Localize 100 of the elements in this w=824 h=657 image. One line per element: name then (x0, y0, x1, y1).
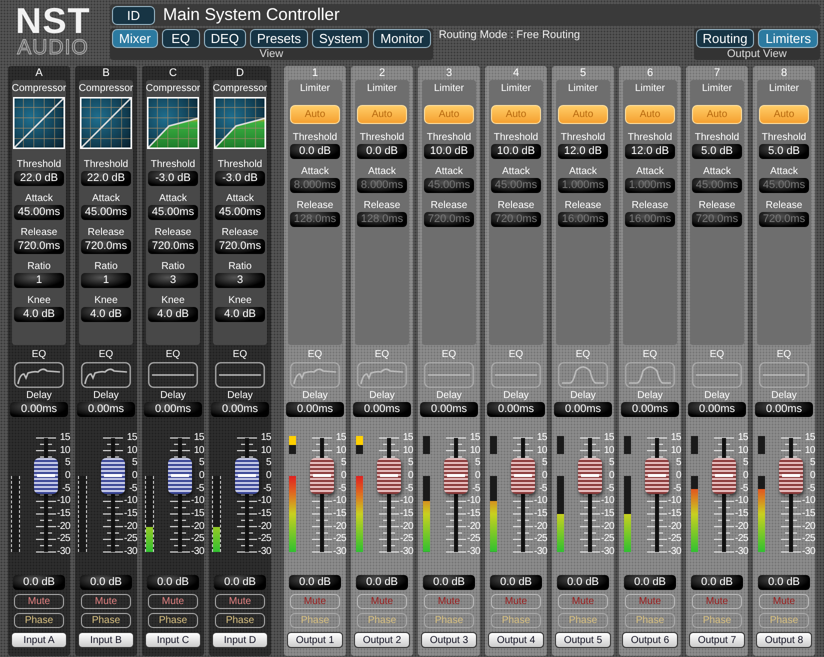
fader-knob[interactable] (34, 458, 58, 494)
channel-name-button[interactable]: Input D (212, 632, 268, 648)
mute-button[interactable]: Mute (14, 594, 64, 609)
parameter-value-field[interactable]: 5.0 dB (759, 144, 809, 159)
id-button[interactable]: ID (112, 6, 155, 24)
phase-button[interactable]: Phase (14, 613, 64, 628)
gain-value-field[interactable]: 0.0 dB (624, 575, 676, 590)
channel-name-button[interactable]: Input A (11, 632, 67, 648)
parameter-value-field[interactable]: 3 (148, 273, 198, 288)
phase-button[interactable]: Phase (81, 613, 131, 628)
delay-value-field[interactable]: 0.00ms (144, 402, 202, 417)
eq-curve-icon[interactable] (215, 362, 265, 388)
delay-value-field[interactable]: 0.00ms (286, 402, 344, 417)
gain-value-field[interactable]: 0.0 dB (758, 575, 810, 590)
section-title: Limiter (702, 83, 732, 95)
gain-value-field[interactable]: 0.0 dB (490, 575, 542, 590)
gain-value-field[interactable]: 0.0 dB (423, 575, 475, 590)
fader-knob[interactable] (645, 458, 669, 494)
parameter-value-field[interactable]: 5.0 dB (692, 144, 742, 159)
parameter-value-field[interactable]: 22.0 dB (81, 171, 131, 186)
parameter-value-field[interactable]: 45.00ms (81, 205, 131, 220)
output-view-tab[interactable]: Limiters (758, 29, 818, 48)
fader-knob[interactable] (101, 458, 125, 494)
delay-value-field[interactable]: 0.00ms (621, 402, 679, 417)
channel-name-button[interactable]: Output 7 (689, 632, 745, 648)
parameter-value-field[interactable]: 1 (81, 273, 131, 288)
channel-name-button[interactable]: Input B (78, 632, 134, 648)
fader-knob[interactable] (779, 458, 803, 494)
parameter-value-field[interactable]: 0.0 dB (357, 144, 407, 159)
delay-value-field[interactable]: 0.00ms (10, 402, 68, 417)
channel-name-button[interactable]: Output 5 (555, 632, 611, 648)
view-tab[interactable]: Monitor (373, 29, 431, 48)
parameter-value-field[interactable]: 45.00ms (215, 205, 265, 220)
channel-name-button[interactable]: Output 3 (421, 632, 477, 648)
parameter-value-field[interactable]: 45.00ms (148, 205, 198, 220)
fader-knob[interactable] (168, 458, 192, 494)
mute-button[interactable]: Mute (215, 594, 265, 609)
delay-value-field[interactable]: 0.00ms (755, 402, 813, 417)
parameter-value-field[interactable]: 720.0ms (215, 239, 265, 254)
delay-value-field[interactable]: 0.00ms (420, 402, 478, 417)
output-view-tab[interactable]: Routing (696, 29, 754, 48)
delay-value-field[interactable]: 0.00ms (688, 402, 746, 417)
parameter-value-field[interactable]: 720.0ms (81, 239, 131, 254)
delay-value-field[interactable]: 0.00ms (353, 402, 411, 417)
gain-value-field[interactable]: 0.0 dB (356, 575, 408, 590)
parameter-value-field[interactable]: -3.0 dB (148, 171, 198, 186)
parameter-value-field[interactable]: 10.0 dB (424, 144, 474, 159)
gain-value-field[interactable]: 0.0 dB (214, 575, 266, 590)
channel-name-button[interactable]: Output 6 (622, 632, 678, 648)
fader-knob[interactable] (310, 458, 334, 494)
gain-value-field[interactable]: 0.0 dB (13, 575, 65, 590)
delay-value-field[interactable]: 0.00ms (487, 402, 545, 417)
channel-name-button[interactable]: Output 4 (488, 632, 544, 648)
channel-name-button[interactable]: Input C (145, 632, 201, 648)
phase-button[interactable]: Phase (215, 613, 265, 628)
fader-knob[interactable] (712, 458, 736, 494)
parameter-value-field[interactable]: 4.0 dB (215, 307, 265, 322)
mute-button[interactable]: Mute (148, 594, 198, 609)
gain-value-field[interactable]: 0.0 dB (80, 575, 132, 590)
parameter-value-field[interactable]: 1 (14, 273, 64, 288)
view-tab[interactable]: System (312, 29, 370, 48)
parameter-value-field[interactable]: 12.0 dB (558, 144, 608, 159)
view-tab[interactable]: Mixer (112, 29, 158, 48)
parameter-value-field[interactable]: 22.0 dB (14, 171, 64, 186)
parameter-value-field[interactable]: 10.0 dB (491, 144, 541, 159)
view-tab[interactable]: EQ (162, 29, 200, 48)
channel-name-button[interactable]: Output 2 (354, 632, 410, 648)
scale-label: 5 (742, 458, 748, 468)
parameter-value-field[interactable]: 0.0 dB (290, 144, 340, 159)
delay-value-field[interactable]: 0.00ms (77, 402, 135, 417)
fader-knob[interactable] (511, 458, 535, 494)
parameter-value-field[interactable]: 4.0 dB (148, 307, 198, 322)
view-tab[interactable]: DEQ (204, 29, 246, 48)
fader-knob[interactable] (235, 458, 259, 494)
view-tab[interactable]: Presets (250, 29, 308, 48)
parameter-value-field[interactable]: -3.0 dB (215, 171, 265, 186)
parameter-value-field[interactable]: 4.0 dB (81, 307, 131, 322)
delay-value-field[interactable]: 0.00ms (554, 402, 612, 417)
parameter-value-field[interactable]: 45.00ms (14, 205, 64, 220)
parameter-value-field[interactable]: 4.0 dB (14, 307, 64, 322)
gain-value-field[interactable]: 0.0 dB (691, 575, 743, 590)
parameter-value-field[interactable]: 3 (215, 273, 265, 288)
fader-knob[interactable] (578, 458, 602, 494)
channel-name-button[interactable]: Output 8 (756, 632, 812, 648)
phase-button[interactable]: Phase (148, 613, 198, 628)
parameter-value-field[interactable]: 12.0 dB (625, 144, 675, 159)
parameter-value-field[interactable]: 720.0ms (14, 239, 64, 254)
fader-knob[interactable] (377, 458, 401, 494)
channel-name-button[interactable]: Output 1 (287, 632, 343, 648)
delay-value-field[interactable]: 0.00ms (211, 402, 269, 417)
gain-value-field[interactable]: 0.0 dB (147, 575, 199, 590)
fader-knob[interactable] (444, 458, 468, 494)
mute-button[interactable]: Mute (81, 594, 131, 609)
parameter-value-field[interactable]: 720.0ms (148, 239, 198, 254)
eq-curve-icon[interactable] (148, 362, 198, 388)
gain-value-field[interactable]: 0.0 dB (289, 575, 341, 590)
eq-curve-icon[interactable] (14, 362, 64, 388)
eq-curve-icon[interactable] (81, 362, 131, 388)
gain-value-field[interactable]: 0.0 dB (557, 575, 609, 590)
scale-label: 5 (64, 458, 70, 468)
